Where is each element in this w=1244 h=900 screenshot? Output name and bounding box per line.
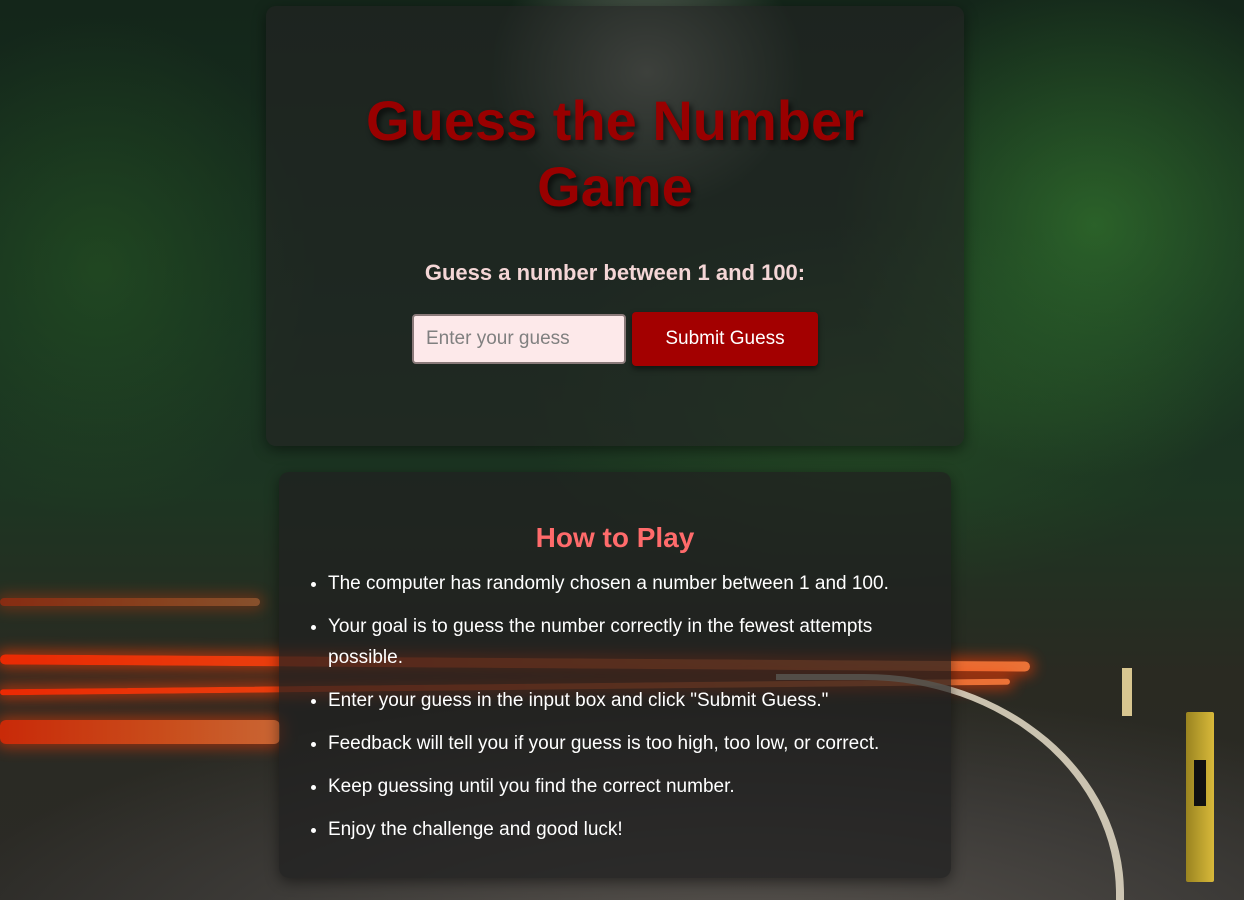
game-panel: Guess the Number Game Guess a number bet…	[266, 6, 964, 446]
roadside-post	[1122, 668, 1132, 716]
guess-prompt: Guess a number between 1 and 100:	[424, 260, 806, 285]
light-trail	[0, 598, 260, 606]
rule-item: Enjoy the challenge and good luck!	[328, 814, 921, 845]
how-to-play-title: How to Play	[535, 522, 695, 553]
guess-form: Submit Guess	[266, 312, 964, 366]
light-trail	[0, 720, 280, 744]
rule-item: Enter your guess in the input box and cl…	[328, 685, 921, 716]
rule-item: Feedback will tell you if your guess is …	[328, 728, 921, 759]
guess-input[interactable]	[412, 314, 626, 364]
roadside-post	[1186, 712, 1214, 882]
rule-item: Keep guessing until you find the correct…	[328, 771, 921, 802]
game-title: Guess the Number Game	[366, 89, 864, 218]
rules-list: The computer has randomly chosen a numbe…	[279, 568, 951, 845]
how-to-play-panel: How to Play The computer has randomly ch…	[279, 472, 951, 878]
rule-item: The computer has randomly chosen a numbe…	[328, 568, 921, 599]
submit-guess-button[interactable]: Submit Guess	[632, 312, 818, 366]
rule-item: Your goal is to guess the number correct…	[328, 611, 921, 673]
